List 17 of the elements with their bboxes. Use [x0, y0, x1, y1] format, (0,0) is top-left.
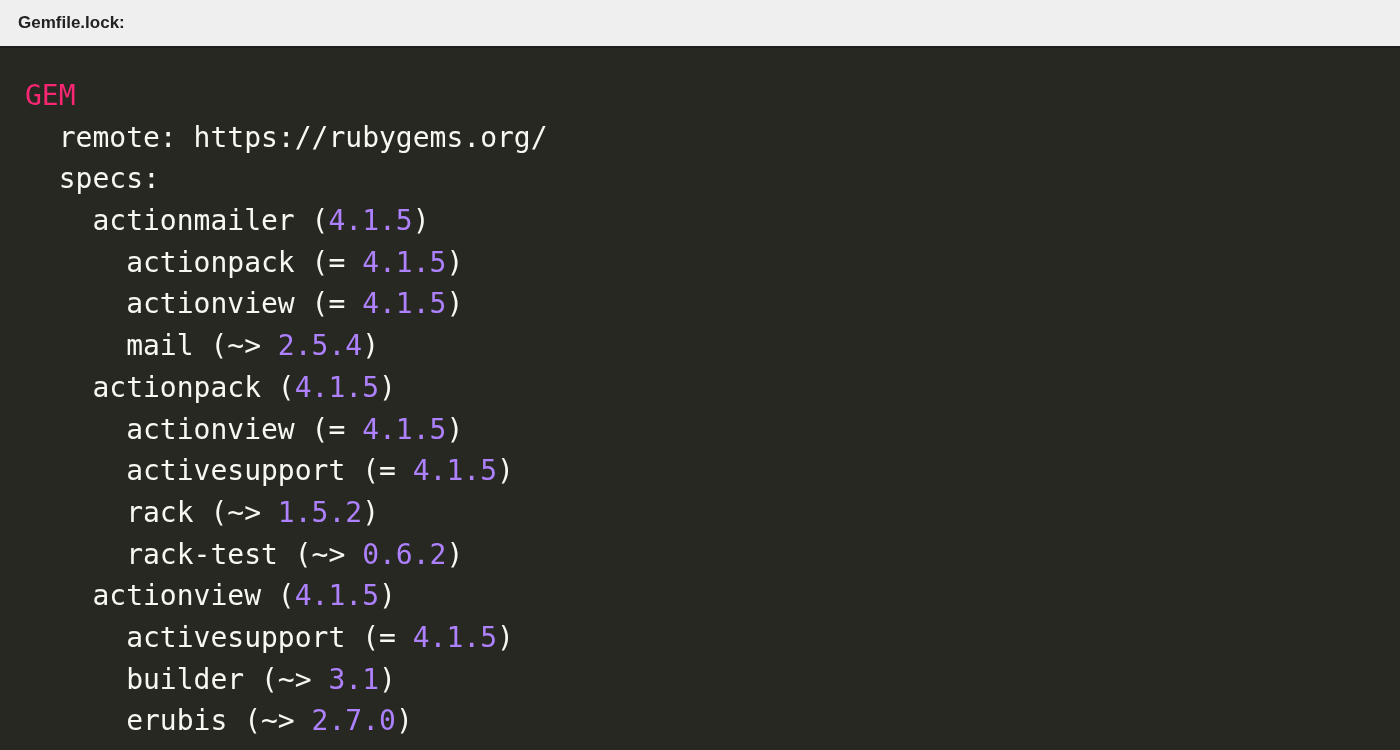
code-line: actionview (4.1.5)	[92, 579, 396, 613]
code-line: actionview (= 4.1.5)	[126, 287, 464, 321]
code-line: GEM	[25, 79, 76, 112]
code-line: actionpack (= 4.1.5)	[126, 245, 464, 279]
code-line: activesupport (= 4.1.5)	[126, 454, 514, 488]
code-line: actionpack (4.1.5)	[92, 370, 396, 404]
file-name-label: Gemfile.lock:	[18, 13, 125, 33]
code-line: mail (~> 2.5.4)	[126, 329, 379, 363]
code-line: erubis (~> 2.7.0)	[126, 704, 413, 738]
code-line: rack (~> 1.5.2)	[126, 495, 379, 529]
code-line: builder (~> 3.1)	[126, 662, 396, 696]
code-line: activesupport (= 4.1.5)	[126, 620, 514, 654]
code-line: actionview (= 4.1.5)	[126, 412, 464, 446]
code-line: actionmailer (4.1.5)	[92, 204, 430, 238]
code-line: specs:	[58, 162, 160, 196]
code-line: remote: https://rubygems.org/	[58, 120, 548, 154]
code-line: rack-test (~> 0.6.2)	[126, 537, 464, 571]
